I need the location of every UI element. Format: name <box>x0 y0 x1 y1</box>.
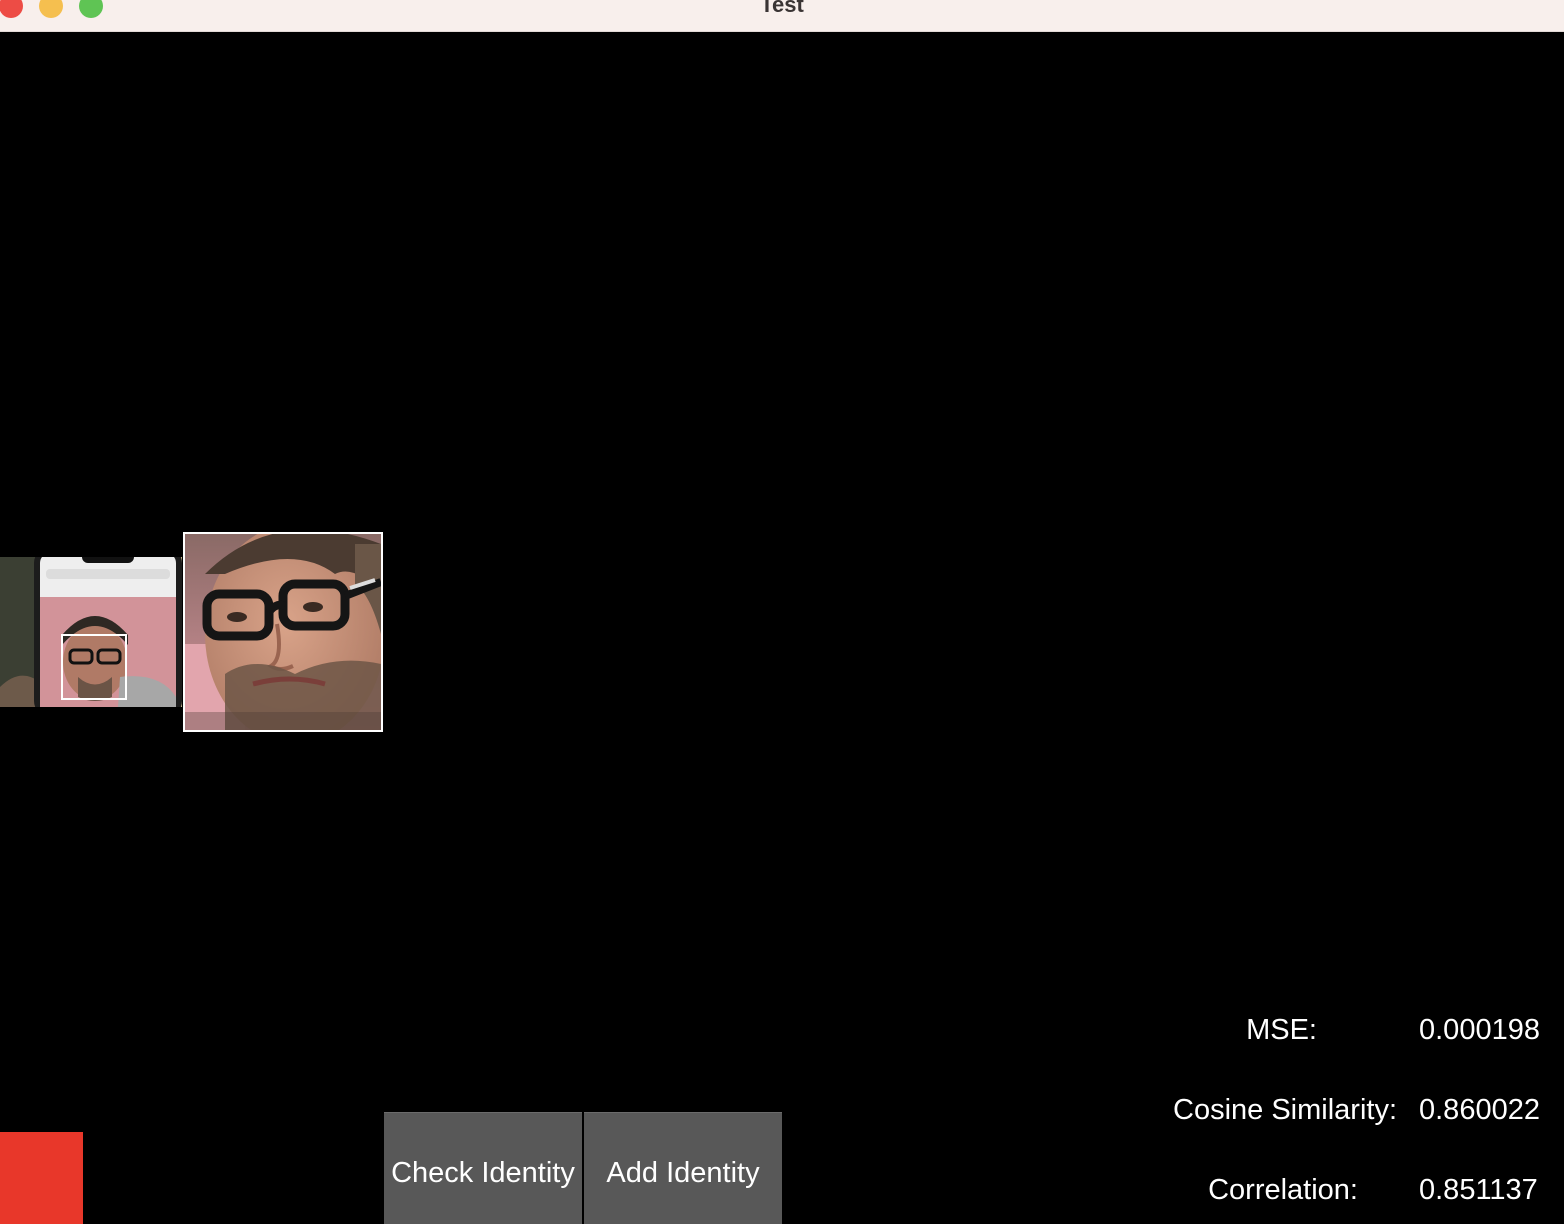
title-bar: Test <box>0 0 1564 32</box>
face-crop-illustration <box>185 534 381 730</box>
mse-label: MSE: <box>1246 1014 1317 1046</box>
camera-frame-image <box>0 557 182 707</box>
window-title: Test <box>760 0 804 17</box>
cosine-similarity-label: Cosine Similarity: <box>1173 1094 1397 1126</box>
main-content: Check Identity Add Identity MSE: 0.00019… <box>0 32 1564 1224</box>
add-identity-button[interactable]: Add Identity <box>584 1112 782 1224</box>
camera-frame-illustration <box>0 557 182 707</box>
cosine-similarity-value: 0.860022 <box>1419 1094 1540 1126</box>
correlation-label: Correlation: <box>1208 1174 1358 1206</box>
face-crop-image <box>183 532 383 732</box>
check-identity-button[interactable]: Check Identity <box>384 1112 582 1224</box>
identity-status-indicator <box>0 1132 83 1224</box>
app-window: Test Check Identity Add Identity MSE: 0.… <box>0 0 1564 1224</box>
mse-value: 0.000198 <box>1419 1014 1540 1046</box>
correlation-value: 0.851137 <box>1419 1174 1538 1206</box>
